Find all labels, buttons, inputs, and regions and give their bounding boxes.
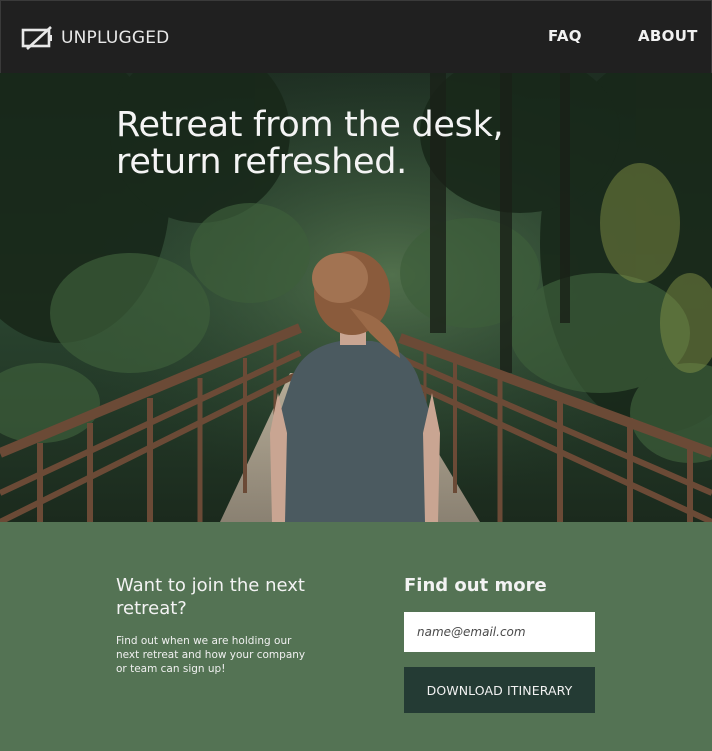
- email-input[interactable]: [404, 612, 595, 652]
- download-itinerary-button[interactable]: DOWNLOAD ITINERARY: [404, 667, 595, 713]
- brand-logo[interactable]: UNPLUGGED: [21, 25, 169, 51]
- nav-link-about[interactable]: ABOUT: [638, 27, 698, 45]
- signup-heading: Want to join the next retreat?: [116, 575, 305, 619]
- navbar: UNPLUGGED FAQ ABOUT: [0, 0, 712, 73]
- brand-name: UNPLUGGED: [61, 28, 170, 48]
- battery-off-icon: [21, 26, 52, 50]
- find-out-more-heading: Find out more: [404, 575, 547, 596]
- signup-description: Find out when we are holding our next re…: [116, 635, 306, 675]
- nav-link-faq[interactable]: FAQ: [548, 27, 582, 45]
- hero-section: Retreat from the desk, return refreshed.: [0, 73, 712, 522]
- signup-section: Want to join the next retreat? Find out …: [0, 522, 712, 751]
- hero-title: Retreat from the desk, return refreshed.: [116, 105, 504, 182]
